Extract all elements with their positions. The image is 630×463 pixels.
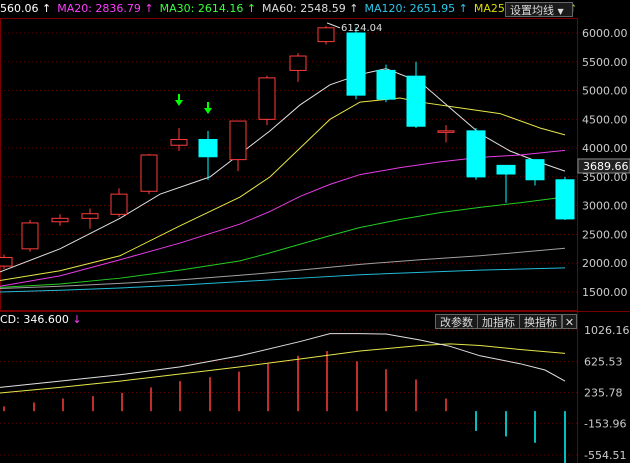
down-candle-body [466,130,486,178]
change-params-button[interactable]: 改参数 [435,314,478,329]
up-candle-body [110,193,128,215]
up-candle-body [437,130,455,133]
add-indicator-button[interactable]: 加指标 [477,314,520,329]
macd-axis-label: -554.51 [584,449,626,462]
macd-axis-label: 235.78 [584,387,623,400]
price-axis-label: 6000.00 [582,27,628,40]
price-axis-label: 1500.00 [582,286,628,299]
down-candle-body [525,159,545,181]
up-candle-body [229,120,247,161]
macd-value-text: CD: 346.600 [0,313,69,326]
down-candle-body [406,75,426,127]
ma-gray-line [0,247,566,290]
down-candle-body [496,164,516,175]
signal-arrow-head-icon [175,100,183,106]
up-candle-body [317,27,335,43]
down-candle-body [346,32,366,96]
price-axis-label: 3000.00 [582,200,628,213]
down-candle-body [376,69,396,100]
current-price-label: 3689.66 [583,160,629,173]
switch-indicator-button[interactable]: 换指标 [519,314,562,329]
macd-dea-line [0,343,566,394]
down-candle-body [198,138,218,158]
macd-dif-line [0,333,566,388]
ma-yellow-line [0,97,566,281]
peak-price-label: 6124.04 [341,23,382,34]
signal-arrow-head-icon [204,108,212,114]
macd-down-arrow-icon: ↓ [72,313,82,326]
price-axis-label: 4000.00 [582,142,628,155]
candlestick-chart[interactable]: 6124.04 6000.00 5500.00 5000.00 4500.00 4000… [0,0,630,463]
price-axis-label: 5000.00 [582,85,628,98]
price-axis-label: 2500.00 [582,228,628,241]
switch-indicator-label: 换指标 [524,316,557,329]
up-candle-body [51,217,69,223]
up-candle-body [170,138,188,146]
add-indicator-label: 加指标 [482,316,515,329]
up-candle-body [258,77,276,120]
up-candle-body [140,154,158,192]
macd-axis-label: 1026.16 [584,324,630,337]
close-icon: ✕ [564,316,575,329]
up-candle-body [81,213,99,219]
price-axis-label: 5500.00 [582,56,628,69]
up-candle-body [0,256,13,267]
close-indicator-button[interactable]: ✕ [562,314,577,329]
macd-axis-label: 625.53 [584,356,623,369]
ma-green-line [0,196,566,288]
price-axis-label: 2000.00 [582,257,628,270]
stock-chart-window: 560.06 ↑ MA20: 2836.79 ↑ MA30: 2614.16 ↑ MA… [0,0,630,463]
down-candle-body [555,179,575,220]
peak-pointer [326,22,341,29]
up-candle-body [289,55,307,71]
macd-axis-label: -153.96 [584,417,626,430]
change-params-label: 改参数 [440,316,473,329]
main-panel-frame [0,18,578,311]
macd-value-label: CD: 346.600 ↓ [0,313,82,326]
up-candle-body [21,222,39,250]
price-axis-label: 4500.00 [582,113,628,126]
